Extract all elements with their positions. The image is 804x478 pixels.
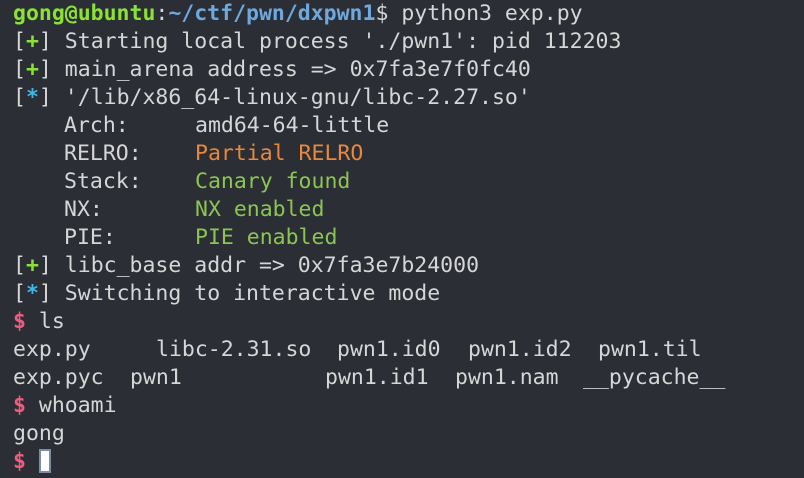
checksec-value: Canary found bbox=[195, 169, 351, 194]
ls-entry: pwn1.til bbox=[598, 337, 702, 362]
status-plus-icon: + bbox=[25, 57, 39, 82]
checksec-key: RELRO: bbox=[64, 141, 142, 166]
ls-output-row-1: exp.py libc-2.31.so pwn1.id0 pwn1.id2 pwn1.t… bbox=[13, 336, 804, 364]
prompt-dollar: $ bbox=[375, 1, 389, 26]
checksec-value: amd64-64-little bbox=[195, 113, 390, 138]
ls-entry: exp.pyc bbox=[13, 365, 104, 390]
log-text: '/lib/x86_64-linux-gnu/libc-2.27.so' bbox=[51, 85, 531, 110]
bracket-open: [ bbox=[13, 57, 26, 82]
log-line-interactive-mode: [*] Switching to interactive mode bbox=[13, 280, 804, 308]
checksec-key: PIE: bbox=[64, 225, 116, 250]
status-plus-icon: + bbox=[25, 29, 39, 54]
ls-entry: pwn1 bbox=[130, 365, 182, 390]
shell-prompt: $ bbox=[13, 393, 26, 418]
status-plus-icon: + bbox=[25, 253, 39, 278]
checksec-value: Partial RELRO bbox=[195, 141, 364, 166]
bracket-close: ] bbox=[38, 29, 52, 54]
ls-entry: pwn1.nam bbox=[455, 365, 559, 390]
bracket-open: [ bbox=[13, 29, 26, 54]
ls-entry: libc-2.31.so bbox=[156, 337, 312, 362]
terminal-window[interactable]: gong@ubuntu:~/ctf/pwn/dxpwn1$ python3 ex… bbox=[0, 0, 804, 478]
text-cursor[interactable] bbox=[38, 449, 51, 473]
checksec-row-arch: Arch: amd64-64-little bbox=[13, 112, 804, 140]
whoami-output: gong bbox=[13, 421, 65, 446]
bracket-close: ] bbox=[38, 253, 52, 278]
ls-entry: pwn1.id1 bbox=[325, 365, 429, 390]
prompt-colon: : bbox=[155, 1, 169, 26]
bracket-open: [ bbox=[13, 85, 26, 110]
bracket-close: ] bbox=[38, 85, 52, 110]
shell-prompt: $ bbox=[13, 449, 26, 474]
shell-command: ls bbox=[38, 309, 65, 334]
shell-command: whoami bbox=[38, 393, 117, 418]
log-line-main-arena: [+] main_arena address => 0x7fa3e7f0fc40 bbox=[13, 56, 804, 84]
prompt-user-host: gong@ubuntu bbox=[13, 1, 156, 26]
checksec-key: Arch: bbox=[64, 113, 129, 138]
log-text: Switching to interactive mode bbox=[51, 281, 441, 306]
ls-output-row-2: exp.pyc pwn1 pwn1.id1 pwn1.nam __pycache__ bbox=[13, 364, 804, 392]
checksec-key: Stack: bbox=[64, 169, 142, 194]
log-line-libc-base: [+] libc_base addr => 0x7fa3e7b24000 bbox=[13, 252, 804, 280]
prompt-command: python3 exp.py bbox=[401, 1, 583, 26]
log-text: libc_base addr => 0x7fa3e7b24000 bbox=[51, 253, 480, 278]
ls-entry: pwn1.id0 bbox=[337, 337, 441, 362]
shell-line-current[interactable]: $ bbox=[13, 448, 804, 476]
checksec-value: PIE enabled bbox=[195, 225, 338, 250]
bracket-open: [ bbox=[13, 253, 26, 278]
ls-entry: __pycache__ bbox=[583, 365, 726, 390]
checksec-row-pie: PIE: PIE enabled bbox=[13, 224, 804, 252]
log-line-libc-path: [*] '/lib/x86_64-linux-gnu/libc-2.27.so' bbox=[13, 84, 804, 112]
status-star-icon: * bbox=[25, 85, 39, 110]
shell-line-whoami: $ whoami bbox=[13, 392, 804, 420]
shell-prompt: $ bbox=[13, 309, 26, 334]
status-star-icon: * bbox=[25, 281, 39, 306]
bracket-close: ] bbox=[38, 281, 52, 306]
log-line-starting-process: [+] Starting local process './pwn1': pid… bbox=[13, 28, 804, 56]
prompt-path: ~/ctf/pwn/dxpwn1 bbox=[168, 1, 376, 26]
ls-entry: exp.py bbox=[13, 337, 91, 362]
log-text: Starting local process './pwn1': pid 112… bbox=[51, 29, 622, 54]
checksec-row-stack: Stack: Canary found bbox=[13, 168, 804, 196]
checksec-row-nx: NX: NX enabled bbox=[13, 196, 804, 224]
shell-line-ls: $ ls bbox=[13, 308, 804, 336]
checksec-key: NX: bbox=[64, 197, 103, 222]
prompt-line: gong@ubuntu:~/ctf/pwn/dxpwn1$ python3 ex… bbox=[13, 0, 804, 28]
log-text: main_arena address => 0x7fa3e7f0fc40 bbox=[51, 57, 531, 82]
bracket-open: [ bbox=[13, 281, 26, 306]
ls-entry: pwn1.id2 bbox=[468, 337, 572, 362]
checksec-value: NX enabled bbox=[195, 197, 325, 222]
checksec-row-relro: RELRO: Partial RELRO bbox=[13, 140, 804, 168]
bracket-close: ] bbox=[38, 57, 52, 82]
